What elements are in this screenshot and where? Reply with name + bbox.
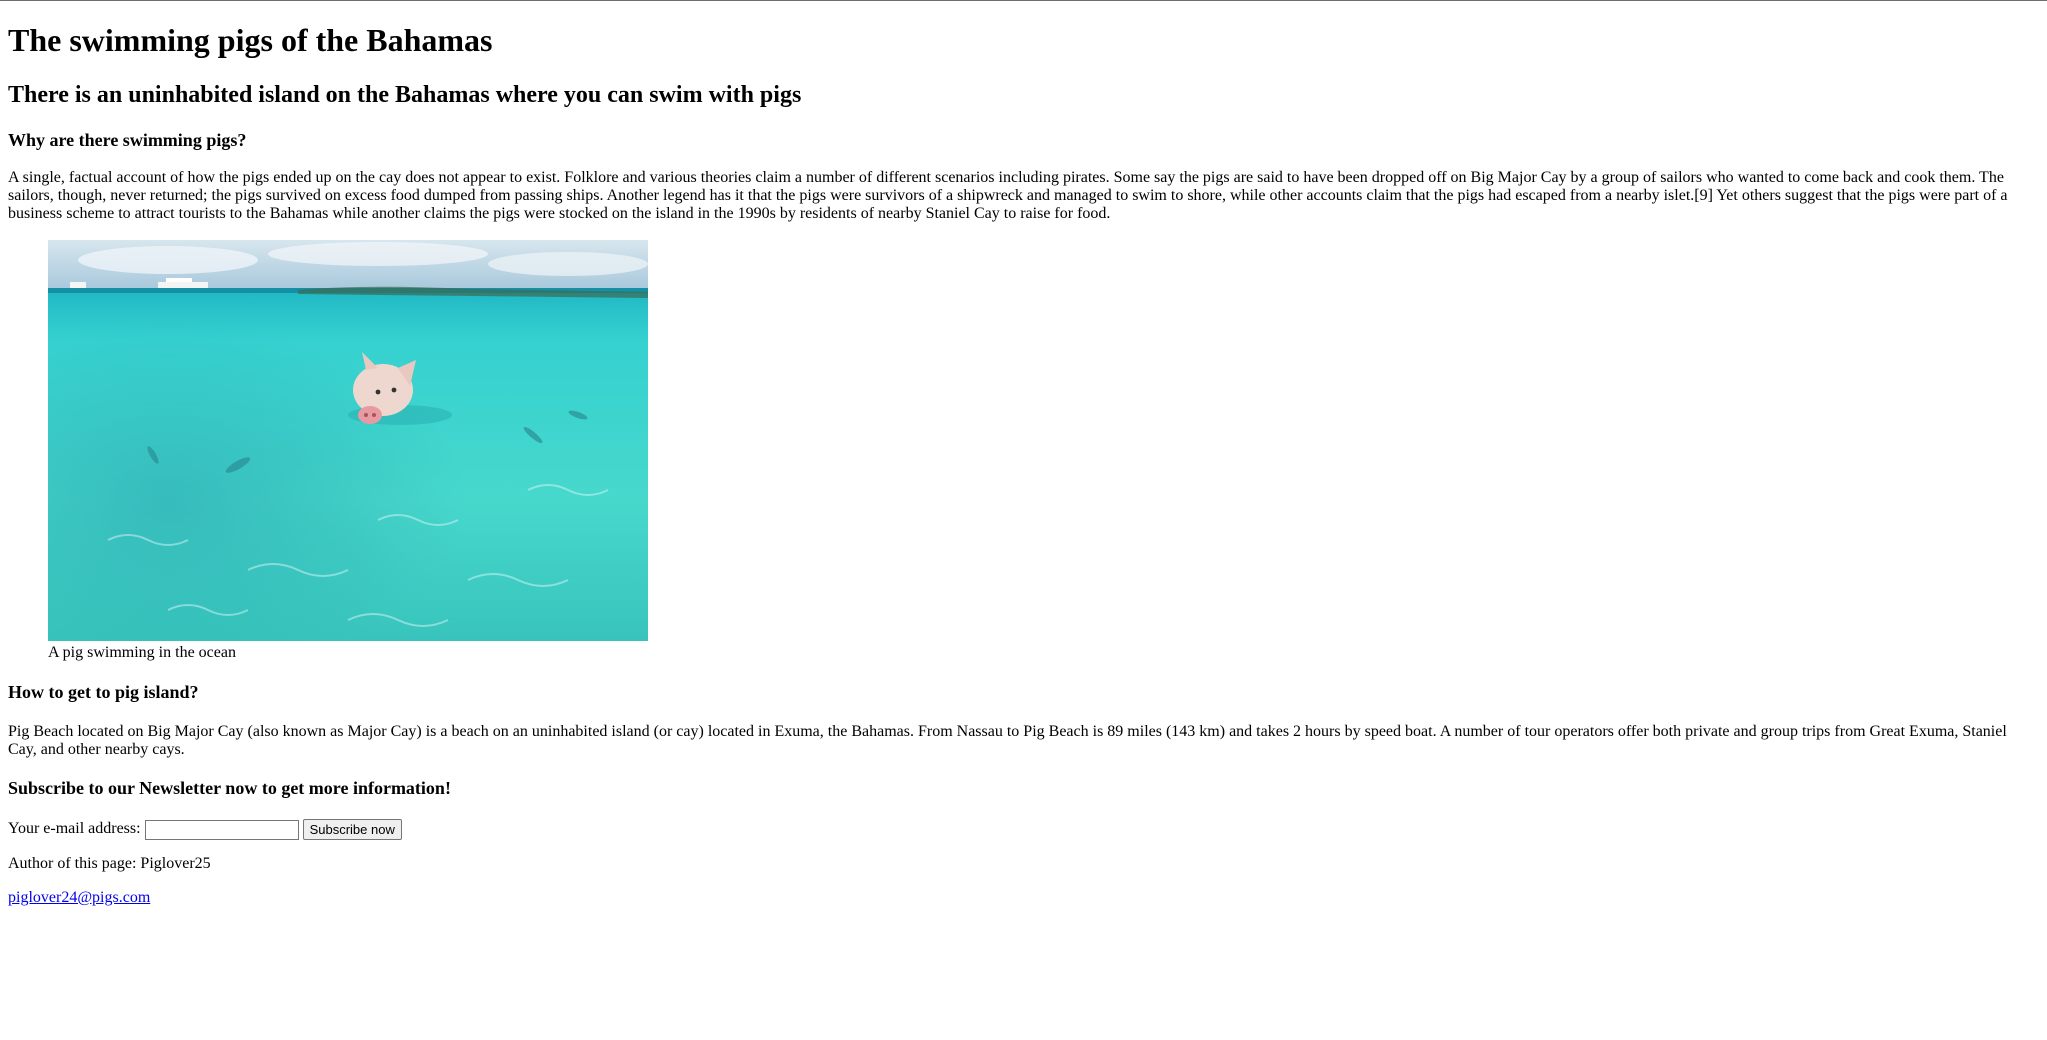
figure-caption: A pig swimming in the ocean	[48, 644, 236, 661]
why-heading: Why are there swimming pigs?	[8, 130, 247, 150]
email-link-paragraph: piglover24@pigs.com	[8, 889, 150, 907]
why-paragraph: A single, factual account of how the pig…	[8, 169, 2008, 222]
subscribe-form: Your e-mail address: Subscribe now	[8, 819, 402, 840]
how-heading: How to get to pig island?	[8, 682, 199, 702]
author-text: Author of this page: Piglover25	[8, 855, 211, 872]
email-label: Your e-mail address:	[8, 820, 141, 838]
email-input[interactable]	[144, 819, 299, 840]
pig-figure: A pig swimming in the ocean	[48, 240, 648, 662]
email-link[interactable]: piglover24@pigs.com	[8, 889, 150, 906]
subscribe-heading: Subscribe to our Newsletter now to get m…	[8, 778, 451, 798]
page-title: The swimming pigs of the Bahamas	[8, 22, 493, 58]
subscribe-button[interactable]: Subscribe now	[302, 819, 402, 840]
swimming-pig-photo	[48, 240, 648, 641]
swimming-pig-illustration	[48, 240, 648, 641]
top-border	[0, 0, 2047, 1]
page-subtitle: There is an uninhabited island on the Ba…	[8, 82, 802, 108]
how-paragraph: Pig Beach located on Big Major Cay (also…	[8, 723, 2007, 758]
